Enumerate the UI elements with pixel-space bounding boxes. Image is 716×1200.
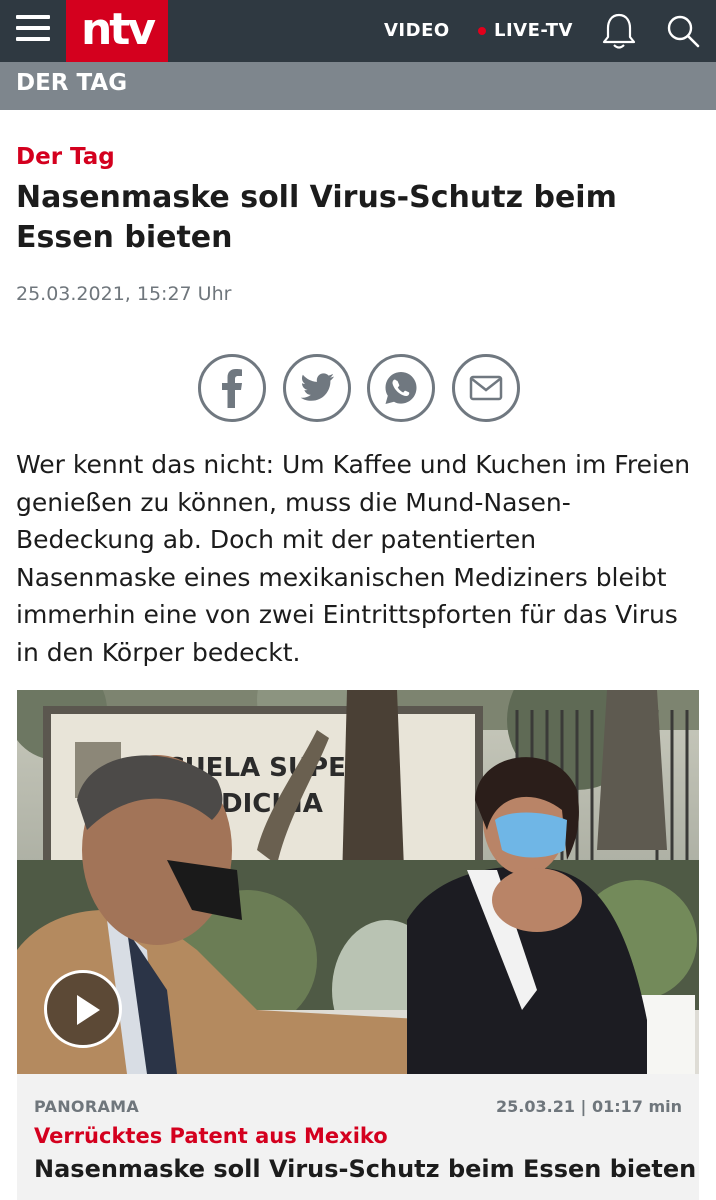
video-category: PANORAMA	[34, 1097, 140, 1116]
article-kicker: Der Tag	[16, 144, 115, 170]
nav-live-tv-link[interactable]: LIVE-TV	[494, 20, 573, 41]
video-date-duration: 25.03.21 | 01:17 min	[496, 1097, 682, 1116]
whatsapp-share-button[interactable]	[367, 354, 435, 422]
twitter-icon	[300, 373, 334, 401]
ntv-logo[interactable]: ntv	[66, 0, 168, 62]
logo-text: ntv	[80, 4, 156, 55]
facebook-icon	[222, 369, 242, 408]
article-teaser: Wer kennt das nicht: Um Kaffee und Kuche…	[16, 450, 691, 667]
facebook-share-button[interactable]	[198, 354, 266, 422]
section-bar: DER TAG	[0, 62, 716, 110]
article-date: 25.03.2021, 15:27 Uhr	[16, 283, 232, 305]
bell-icon[interactable]	[601, 12, 637, 50]
mail-icon	[469, 375, 503, 401]
twitter-share-button[interactable]	[283, 354, 351, 422]
play-icon	[77, 995, 100, 1025]
section-label[interactable]: DER TAG	[16, 70, 127, 96]
video-kicker: Verrücktes Patent aus Mexiko	[34, 1124, 388, 1148]
whatsapp-icon	[385, 372, 417, 404]
video-title-link[interactable]: Nasenmaske soll Virus-Schutz beim Essen …	[34, 1155, 696, 1183]
menu-icon[interactable]	[16, 15, 50, 45]
nav-video-link[interactable]: VIDEO	[384, 20, 450, 41]
mail-share-button[interactable]	[452, 354, 520, 422]
live-dot-icon	[478, 27, 486, 35]
search-icon[interactable]	[664, 12, 702, 50]
top-bar: ntv VIDEO LIVE-TV	[0, 0, 716, 62]
play-button[interactable]	[44, 970, 122, 1048]
article-headline: Nasenmaske soll Virus-Schutz beim Essen …	[16, 180, 617, 255]
